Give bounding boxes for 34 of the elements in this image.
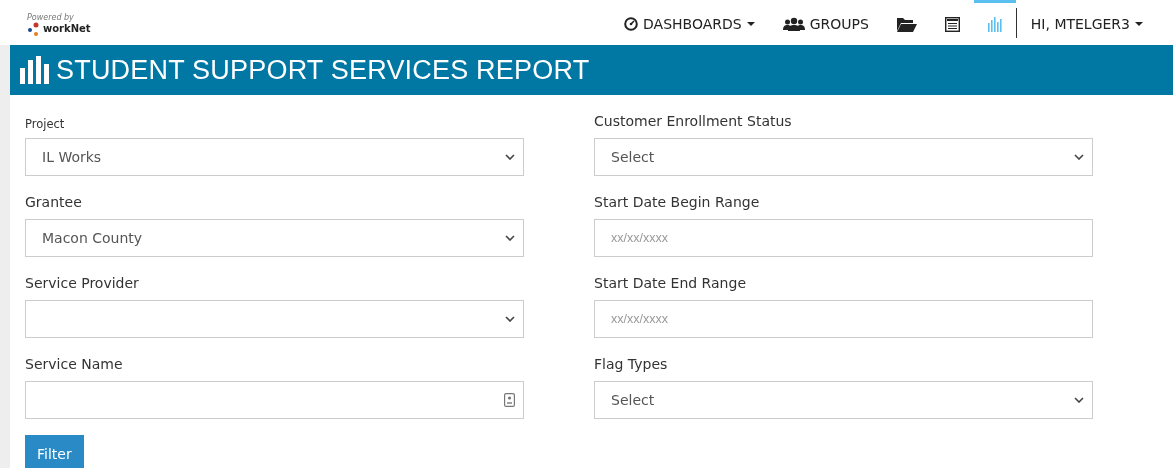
field-label: Project <box>25 117 66 133</box>
chevron-down-icon <box>505 235 515 241</box>
chevron-down-icon <box>505 316 515 322</box>
gauge-icon <box>624 17 638 31</box>
field-label: Start Date Begin Range <box>594 194 761 211</box>
contact-card-icon <box>504 393 515 407</box>
field-label: Flag Types <box>594 356 669 373</box>
chevron-down-icon <box>505 154 515 160</box>
select-field[interactable]: IL Works <box>25 138 524 176</box>
bar-chart-icon[interactable] <box>987 16 1002 32</box>
logo-name: workNet <box>43 23 91 34</box>
filter-button[interactable]: Filter <box>25 435 84 468</box>
chevron-down-icon <box>1074 397 1084 403</box>
select-field[interactable]: Select <box>594 381 1093 419</box>
field-label: Start Date End Range <box>594 275 747 292</box>
bar-chart-icon <box>20 56 50 84</box>
select-field[interactable]: Macon County <box>25 219 524 257</box>
field-label: Service Name <box>25 356 124 373</box>
select-field[interactable] <box>25 300 524 338</box>
logo-icon <box>27 21 41 36</box>
folder-icon[interactable] <box>896 16 917 32</box>
input-field[interactable] <box>25 381 524 419</box>
field-label: Service Provider <box>25 275 140 292</box>
logo-tagline: Powered by <box>27 13 75 22</box>
users-icon <box>782 17 805 31</box>
dashboards-menu[interactable]: DASHBOARDS <box>610 0 769 45</box>
groups-menu[interactable]: GROUPS <box>768 0 883 45</box>
field-label: Grantee <box>25 194 83 211</box>
page-title: STUDENT SUPPORT SERVICES REPORT <box>56 54 590 86</box>
user-menu[interactable]: HI, MTELGER3 <box>1016 0 1157 45</box>
list-icon[interactable] <box>944 16 960 32</box>
field-label: Customer Enrollment Status <box>594 113 793 130</box>
select-field[interactable]: Select <box>594 138 1093 176</box>
chevron-down-icon <box>1074 154 1084 160</box>
